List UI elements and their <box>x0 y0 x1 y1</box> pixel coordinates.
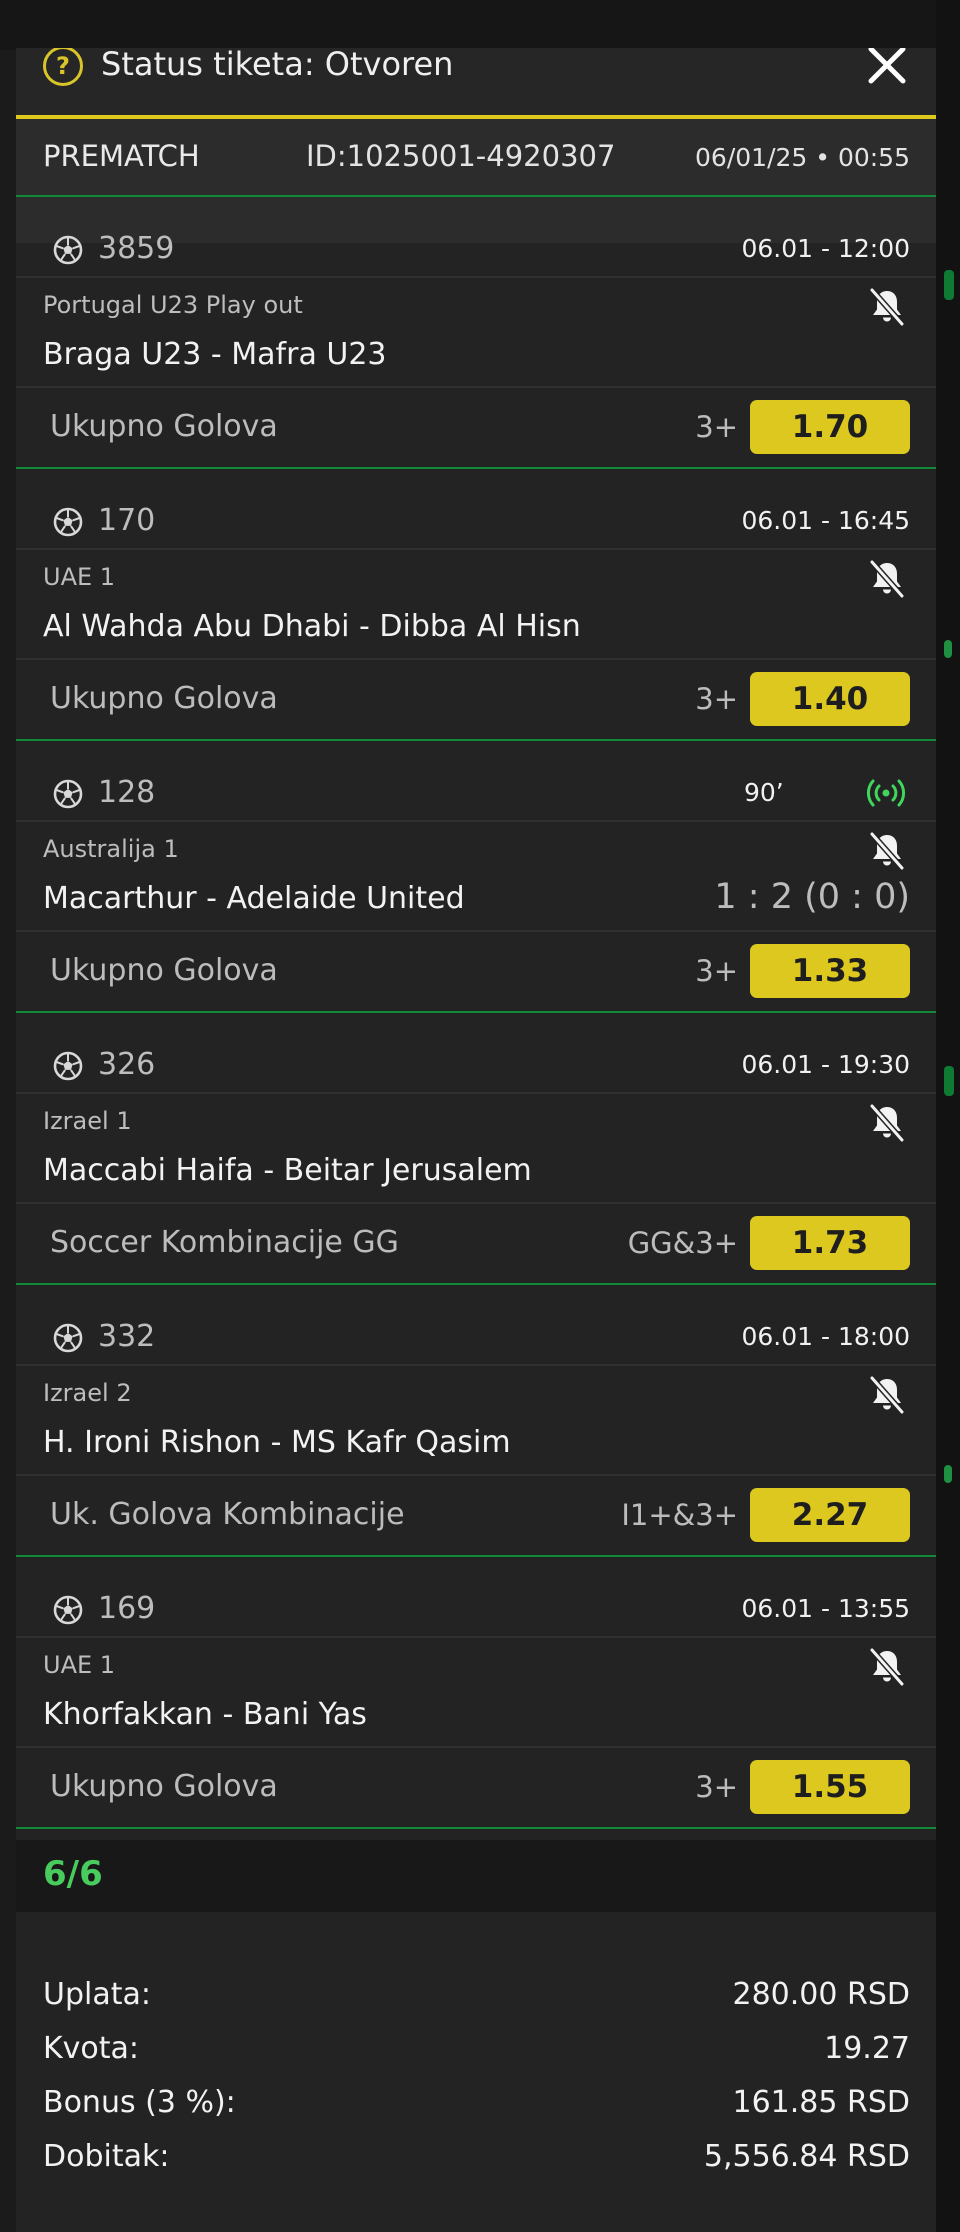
bell-off-icon[interactable] <box>866 1646 908 1688</box>
event-datetime: 06.01 - 13:55 <box>741 1594 910 1623</box>
pick-name: 3+ <box>695 410 738 444</box>
market-name: Soccer Kombinacije GG <box>50 1225 399 1260</box>
row-divider <box>16 658 936 660</box>
match-minute: 90’ <box>744 778 784 807</box>
match-name: Braga U23 - Mafra U23 <box>43 337 387 372</box>
event-datetime: 06.01 - 19:30 <box>741 1050 910 1079</box>
market-name: Ukupno Golova <box>50 1769 278 1804</box>
result-count: 6/6 <box>43 1854 103 1894</box>
row-divider <box>16 1364 936 1366</box>
background-accent <box>944 270 954 300</box>
summary-value: 5,556.84 RSD <box>703 2139 910 2174</box>
event-separator <box>16 739 936 741</box>
soccer-ball-icon <box>53 1323 83 1353</box>
summary-value: 280.00 RSD <box>732 1977 911 2012</box>
section-separator <box>16 195 936 197</box>
event-datetime: 06.01 - 16:45 <box>741 506 910 535</box>
market-name: Ukupno Golova <box>50 953 278 988</box>
event-code: 170 <box>98 503 156 538</box>
live-broadcast-icon <box>866 779 906 807</box>
background-accent <box>944 1465 952 1483</box>
event-code: 326 <box>98 1047 156 1082</box>
summary-label: Bonus (3 %): <box>43 2085 236 2120</box>
row-divider <box>16 1636 936 1638</box>
match-name: Macarthur - Adelaide United <box>43 881 465 916</box>
bell-off-icon[interactable] <box>866 1102 908 1144</box>
soccer-ball-icon <box>53 235 83 265</box>
odd-badge[interactable]: 1.73 <box>750 1216 910 1270</box>
summary-label: Dobitak: <box>43 2139 170 2174</box>
market-name: Ukupno Golova <box>50 681 278 716</box>
odd-badge[interactable]: 1.40 <box>750 672 910 726</box>
app-top-strip <box>0 0 960 50</box>
league-name: Izrael 2 <box>43 1379 132 1407</box>
ticket-type: PREMATCH <box>43 139 200 173</box>
event-separator <box>16 467 936 469</box>
odd-badge[interactable]: 1.70 <box>750 400 910 454</box>
background-accent <box>944 1066 954 1096</box>
row-divider <box>16 386 936 388</box>
event-code: 332 <box>98 1319 156 1354</box>
summary-label: Uplata: <box>43 1977 151 2012</box>
match-name: Khorfakkan - Bani Yas <box>43 1697 367 1732</box>
league-name: Australija 1 <box>43 835 179 863</box>
pick-name: I1+&3+ <box>621 1498 738 1532</box>
sheet-header: ? Status tiketa: Otvoren <box>16 48 936 115</box>
background-accent <box>944 640 952 658</box>
event-datetime: 06.01 - 12:00 <box>741 234 910 263</box>
row-divider <box>16 930 936 932</box>
bell-off-icon[interactable] <box>866 830 908 872</box>
soccer-ball-icon <box>53 1595 83 1625</box>
summary-value: 19.27 <box>824 2031 910 2066</box>
soccer-ball-icon <box>53 779 83 809</box>
status-title: Status tiketa: Otvoren <box>101 48 454 83</box>
help-circle-icon[interactable]: ? <box>43 48 83 86</box>
match-name: H. Ironi Rishon - MS Kafr Qasim <box>43 1425 511 1460</box>
row-divider <box>16 1092 936 1094</box>
close-icon[interactable] <box>864 48 910 88</box>
ticket-status-sheet: ? Status tiketa: Otvoren PREMATCH ID:102… <box>16 48 936 2232</box>
event-code: 128 <box>98 775 156 810</box>
league-name: Izrael 1 <box>43 1107 132 1135</box>
odd-badge[interactable]: 1.55 <box>750 1760 910 1814</box>
row-divider <box>16 1474 936 1476</box>
row-divider <box>16 1202 936 1204</box>
match-score: 1 : 2 (0 : 0) <box>714 877 910 917</box>
league-name: Portugal U23 Play out <box>43 291 303 319</box>
bell-off-icon[interactable] <box>866 286 908 328</box>
event-separator <box>16 1011 936 1013</box>
event-code: 169 <box>98 1591 156 1626</box>
soccer-ball-icon <box>53 1051 83 1081</box>
row-divider <box>16 1746 936 1748</box>
league-name: UAE 1 <box>43 563 116 591</box>
soccer-ball-icon <box>53 507 83 537</box>
market-name: Uk. Golova Kombinacije <box>50 1497 405 1532</box>
row-divider <box>16 276 936 278</box>
event-separator <box>16 1827 936 1829</box>
event-code: 3859 <box>98 231 175 266</box>
pick-name: 3+ <box>695 682 738 716</box>
ticket-id: ID:1025001-4920307 <box>306 139 616 173</box>
event-separator <box>16 1283 936 1285</box>
pick-name: 3+ <box>695 1770 738 1804</box>
match-name: Al Wahda Abu Dhabi - Dibba Al Hisn <box>43 609 581 644</box>
odd-badge[interactable]: 2.27 <box>750 1488 910 1542</box>
match-name: Maccabi Haifa - Beitar Jerusalem <box>43 1153 532 1188</box>
row-divider <box>16 820 936 822</box>
app-right-edge <box>936 0 960 2232</box>
event-separator <box>16 1555 936 1557</box>
row-divider <box>16 548 936 550</box>
bell-off-icon[interactable] <box>866 558 908 600</box>
pick-name: 3+ <box>695 954 738 988</box>
pick-name: GG&3+ <box>627 1226 738 1260</box>
league-name: UAE 1 <box>43 1651 116 1679</box>
bell-off-icon[interactable] <box>866 1374 908 1416</box>
result-count-band <box>16 1840 936 1912</box>
event-datetime: 06.01 - 18:00 <box>741 1322 910 1351</box>
summary-value: 161.85 RSD <box>732 2085 911 2120</box>
ticket-datetime: 06/01/25 • 00:55 <box>695 143 910 172</box>
summary-label: Kvota: <box>43 2031 140 2066</box>
market-name: Ukupno Golova <box>50 409 278 444</box>
odd-badge[interactable]: 1.33 <box>750 944 910 998</box>
